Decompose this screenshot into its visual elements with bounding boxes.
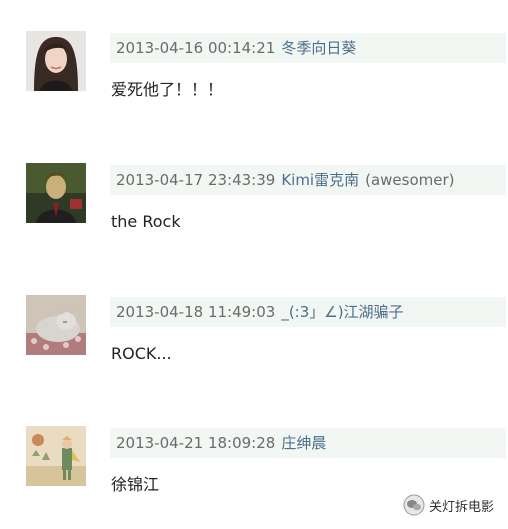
comment-text: 徐锦江 [111, 475, 160, 494]
comment-meta: 2013-04-21 18:09:28 庄绅晨 [110, 428, 506, 458]
cat-avatar[interactable] [26, 295, 86, 355]
comment-timestamp: 2013-04-21 18:09:28 [116, 434, 276, 452]
comment-timestamp: 2013-04-17 23:43:39 [116, 171, 276, 189]
account-watermark: 关灯拆电影 [403, 493, 494, 517]
comment-username[interactable]: 冬季向日葵 [281, 39, 356, 57]
comment-meta: 2013-04-18 11:49:03 _(:3」∠)江湖骗子 [110, 297, 506, 327]
little-prince-avatar[interactable] [26, 426, 86, 486]
comment-timestamp: 2013-04-18 11:49:03 [116, 303, 276, 321]
comment-item: 2013-04-17 23:43:39 Kimi雷克南 (awesomer) the… [0, 163, 508, 263]
comment-text: the Rock [111, 212, 181, 231]
comment-meta: 2013-04-17 23:43:39 Kimi雷克南 (awesomer) [110, 165, 506, 195]
comment-username[interactable]: Kimi雷克南 [281, 171, 359, 189]
comment-user-note: (awesomer) [365, 171, 455, 189]
comment-text: ROCK... [111, 344, 172, 363]
man-painting-avatar[interactable] [26, 163, 86, 223]
comment-username[interactable]: _(:3」∠)江湖骗子 [281, 303, 403, 321]
comment-item: 2013-04-16 00:14:21 冬季向日葵 爱死他了！！！ [0, 31, 508, 131]
comment-meta: 2013-04-16 00:14:21 冬季向日葵 [110, 33, 506, 63]
comment-username[interactable]: 庄绅晨 [281, 434, 326, 452]
comment-timestamp: 2013-04-16 00:14:21 [116, 39, 276, 57]
watermark-label: 关灯拆电影 [428, 499, 494, 515]
comment-item: 2013-04-18 11:49:03 _(:3」∠)江湖骗子 ROCK... [0, 295, 508, 395]
comment-text: 爱死他了！！！ [111, 80, 224, 99]
woman-portrait-avatar[interactable] [26, 31, 86, 91]
wechat-account-icon [403, 494, 425, 516]
